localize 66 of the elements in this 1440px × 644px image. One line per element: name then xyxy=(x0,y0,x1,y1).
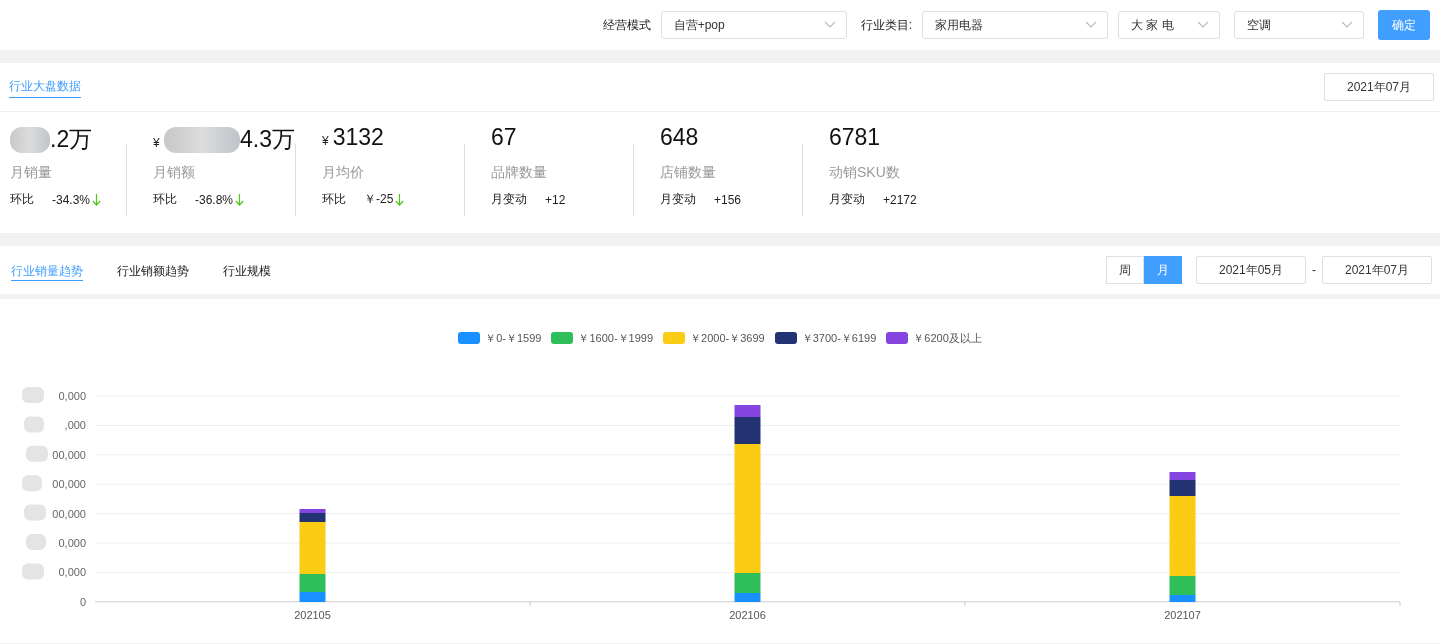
legend-label: ￥0-￥1599 xyxy=(485,330,542,346)
axis-tick-label: 0,000 xyxy=(58,537,86,549)
axis-category-label: 202106 xyxy=(729,609,766,621)
metric-label: 月均价 xyxy=(322,164,365,182)
change-value: +2172 xyxy=(883,192,917,207)
blurred-label xyxy=(24,504,46,521)
end-month-picker[interactable]: 2021年07月 xyxy=(1322,256,1432,284)
chevron-down-icon xyxy=(1085,21,1097,29)
axis-tick-label: 0,000 xyxy=(58,390,86,402)
change-label: 环比 xyxy=(10,191,34,208)
change-label: 月变动 xyxy=(829,191,865,208)
filter-label: 经营模式 xyxy=(602,16,651,34)
axis-tick-label: ,000 xyxy=(64,419,86,432)
tab[interactable]: 行业销额趋势 xyxy=(117,261,189,280)
change-value: ￥-25 xyxy=(364,191,394,208)
currency-sign: ¥ xyxy=(322,134,329,148)
dropdown[interactable]: 自营+pop xyxy=(660,11,847,39)
change-value: -34.3% xyxy=(52,192,91,207)
blurred-label xyxy=(26,534,46,550)
chevron-down-icon xyxy=(1197,21,1209,29)
axis-category-label: 202105 xyxy=(294,609,331,621)
blurred-label xyxy=(24,416,44,433)
metric-label: 店铺数量 xyxy=(660,164,717,182)
filter-label: 行业类目: xyxy=(860,16,912,34)
dropdown[interactable]: 大 家 电 xyxy=(1118,11,1220,39)
metric-value: 648 xyxy=(660,124,699,151)
dropdown[interactable]: 家用电器 xyxy=(922,11,1108,39)
metric-value: 4.3万 xyxy=(240,125,295,154)
blurred-label xyxy=(26,445,48,462)
change-label: 环比 xyxy=(153,191,177,208)
month-picker[interactable]: 2021年07月 xyxy=(1324,73,1434,101)
metric-label: 月销额 xyxy=(153,164,196,182)
change-label: 月变动 xyxy=(491,191,527,208)
start-month-picker[interactable]: 2021年05月 xyxy=(1196,256,1306,284)
metric-label: 品牌数量 xyxy=(491,164,548,182)
blurred-label xyxy=(22,475,42,492)
tab[interactable]: 行业规模 xyxy=(223,261,271,280)
legend-label: ￥2000-￥3699 xyxy=(690,330,765,346)
dropdown[interactable]: 空调 xyxy=(1234,11,1364,39)
range-separator: - xyxy=(1312,263,1316,277)
axis-category-label: 202107 xyxy=(1164,609,1201,621)
change-label: 月变动 xyxy=(660,191,696,208)
axis-tick-label: 0,000 xyxy=(58,566,86,579)
chevron-down-icon xyxy=(823,21,836,29)
axis-tick-label: 00,000 xyxy=(52,507,86,520)
change-value: +12 xyxy=(545,192,566,207)
metric-label: 动销SKU数 xyxy=(829,164,901,182)
metric-label: 月销量 xyxy=(10,164,53,182)
legend-label: ￥6200及以上 xyxy=(913,330,982,346)
metric-value: 6781 xyxy=(829,124,881,151)
metric-value: 3132 xyxy=(332,124,384,151)
axis-tick-label: 0 xyxy=(79,595,86,608)
legend-label: ￥3700-￥6199 xyxy=(801,330,877,346)
blurred-label xyxy=(22,387,44,403)
change-label: 环比 xyxy=(322,191,346,208)
change-value: +156 xyxy=(714,192,742,207)
chevron-down-icon xyxy=(1341,21,1353,29)
axis-tick-label: 00,000 xyxy=(52,478,86,491)
metric-value: .2万 xyxy=(50,125,93,154)
metric-value: 67 xyxy=(491,124,517,151)
legend-label: ￥1600-￥1999 xyxy=(578,330,654,346)
currency-sign: ¥ xyxy=(153,136,160,150)
blurred-label xyxy=(22,563,44,580)
change-value: -36.8% xyxy=(195,192,234,207)
period-toggle[interactable]: 周 xyxy=(1106,256,1144,284)
axis-tick-label: 00,000 xyxy=(52,448,86,461)
